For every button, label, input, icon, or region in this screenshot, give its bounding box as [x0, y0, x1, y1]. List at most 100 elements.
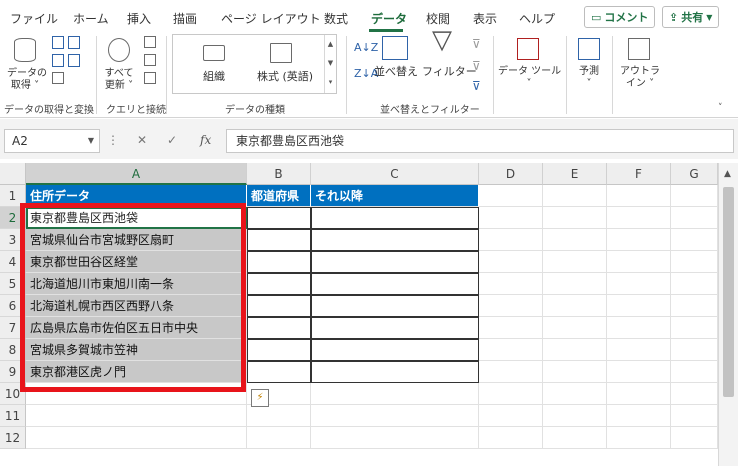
cell-e3[interactable] [543, 229, 607, 251]
cell-d4[interactable] [479, 251, 543, 273]
enter-icon[interactable]: ✓ [167, 133, 177, 147]
tab-data[interactable]: データ [371, 10, 407, 27]
cell-f11[interactable] [607, 405, 671, 427]
advanced-filter-icon[interactable]: ⊽ [472, 80, 481, 92]
cell-c9[interactable] [311, 361, 479, 383]
formula-input[interactable]: 東京都豊島区西池袋 [226, 129, 734, 153]
cell-d3[interactable] [479, 229, 543, 251]
cell-g8[interactable] [671, 339, 718, 361]
cell-c2[interactable] [311, 207, 479, 229]
tab-insert[interactable]: 挿入 [127, 10, 151, 27]
cell-g2[interactable] [671, 207, 718, 229]
cell-d7[interactable] [479, 317, 543, 339]
from-web-icon[interactable] [68, 36, 80, 49]
cell-b5[interactable] [247, 273, 311, 295]
recent-sources-icon[interactable] [68, 54, 80, 67]
row-header[interactable]: 12 [0, 427, 26, 449]
cell-c7[interactable] [311, 317, 479, 339]
cell-f6[interactable] [607, 295, 671, 317]
cell-b3[interactable] [247, 229, 311, 251]
cell-c8[interactable] [311, 339, 479, 361]
properties-icon[interactable] [144, 54, 156, 66]
cell-g5[interactable] [671, 273, 718, 295]
insert-function-icon[interactable]: fx [200, 133, 211, 147]
chevron-down-icon[interactable]: ˅ [718, 102, 723, 114]
cell-c4[interactable] [311, 251, 479, 273]
column-header-c[interactable]: C [311, 163, 479, 185]
cell-d1[interactable] [479, 185, 543, 207]
tab-formulas[interactable]: 数式 [324, 10, 348, 27]
row-header[interactable]: 11 [0, 405, 26, 427]
vertical-scrollbar[interactable]: ▲ [718, 163, 738, 466]
cell-g7[interactable] [671, 317, 718, 339]
sort-ascending-icon[interactable]: A↓Z [354, 42, 378, 54]
cell-d2[interactable] [479, 207, 543, 229]
cell-d10[interactable] [479, 383, 543, 405]
cell-e11[interactable] [543, 405, 607, 427]
cell-f3[interactable] [607, 229, 671, 251]
cell-g6[interactable] [671, 295, 718, 317]
cell-e5[interactable] [543, 273, 607, 295]
cell-c11[interactable] [311, 405, 479, 427]
cell-b1[interactable]: 都道府県 [247, 185, 311, 207]
gallery-scroll[interactable]: ▲ ▼ ▾ [324, 35, 336, 93]
reapply-icon[interactable]: ⊽ [472, 60, 481, 72]
chevron-up-icon[interactable]: ▲ [325, 35, 336, 54]
cell-c5[interactable] [311, 273, 479, 295]
chevron-down-icon[interactable]: ▼ [325, 54, 336, 73]
clear-filter-icon[interactable]: ⊽ [472, 38, 481, 50]
cell-g10[interactable] [671, 383, 718, 405]
column-header-e[interactable]: E [543, 163, 607, 185]
chevron-up-icon[interactable]: ▲ [724, 169, 731, 179]
column-header-g[interactable]: G [671, 163, 718, 185]
tab-draw[interactable]: 描画 [173, 10, 197, 27]
cell-a12[interactable] [26, 427, 247, 449]
existing-connections-icon[interactable] [52, 72, 64, 84]
cell-e12[interactable] [543, 427, 607, 449]
edit-links-icon[interactable] [144, 72, 156, 84]
cell-f12[interactable] [607, 427, 671, 449]
cell-e8[interactable] [543, 339, 607, 361]
cell-g4[interactable] [671, 251, 718, 273]
column-header-b[interactable]: B [247, 163, 311, 185]
cell-g3[interactable] [671, 229, 718, 251]
cell-g11[interactable] [671, 405, 718, 427]
cell-e10[interactable] [543, 383, 607, 405]
cell-e1[interactable] [543, 185, 607, 207]
cell-c12[interactable] [311, 427, 479, 449]
cell-g12[interactable] [671, 427, 718, 449]
cell-b11[interactable] [247, 405, 311, 427]
cell-f7[interactable] [607, 317, 671, 339]
cell-d8[interactable] [479, 339, 543, 361]
data-types-gallery[interactable]: 組織 株式 (英語) ▲ ▼ ▾ [172, 34, 337, 94]
tab-page-layout[interactable]: ページ レイアウト [221, 10, 321, 27]
cell-f10[interactable] [607, 383, 671, 405]
comment-button[interactable]: ▭ コメント [584, 6, 656, 28]
cell-b9[interactable] [247, 361, 311, 383]
cell-e4[interactable] [543, 251, 607, 273]
cell-f1[interactable] [607, 185, 671, 207]
select-all-corner[interactable] [0, 163, 26, 185]
cell-b7[interactable] [247, 317, 311, 339]
cell-f2[interactable] [607, 207, 671, 229]
from-text-icon[interactable] [52, 36, 64, 49]
scrollbar-thumb[interactable] [723, 187, 734, 397]
tab-help[interactable]: ヘルプ [519, 10, 555, 27]
cell-g9[interactable] [671, 361, 718, 383]
cancel-icon[interactable]: ✕ [137, 133, 147, 147]
quick-analysis-icon[interactable]: ⚡ [251, 389, 269, 407]
cell-c10[interactable] [311, 383, 479, 405]
more-icon[interactable]: ▾ [325, 73, 336, 92]
tab-view[interactable]: 表示 [473, 10, 497, 27]
cell-e2[interactable] [543, 207, 607, 229]
cell-f4[interactable] [607, 251, 671, 273]
cell-c3[interactable] [311, 229, 479, 251]
cell-d6[interactable] [479, 295, 543, 317]
column-header-a[interactable]: A [26, 163, 247, 185]
cell-f8[interactable] [607, 339, 671, 361]
tab-file[interactable]: ファイル [10, 10, 58, 27]
cell-f5[interactable] [607, 273, 671, 295]
cell-c6[interactable] [311, 295, 479, 317]
cell-f9[interactable] [607, 361, 671, 383]
cell-a11[interactable] [26, 405, 247, 427]
